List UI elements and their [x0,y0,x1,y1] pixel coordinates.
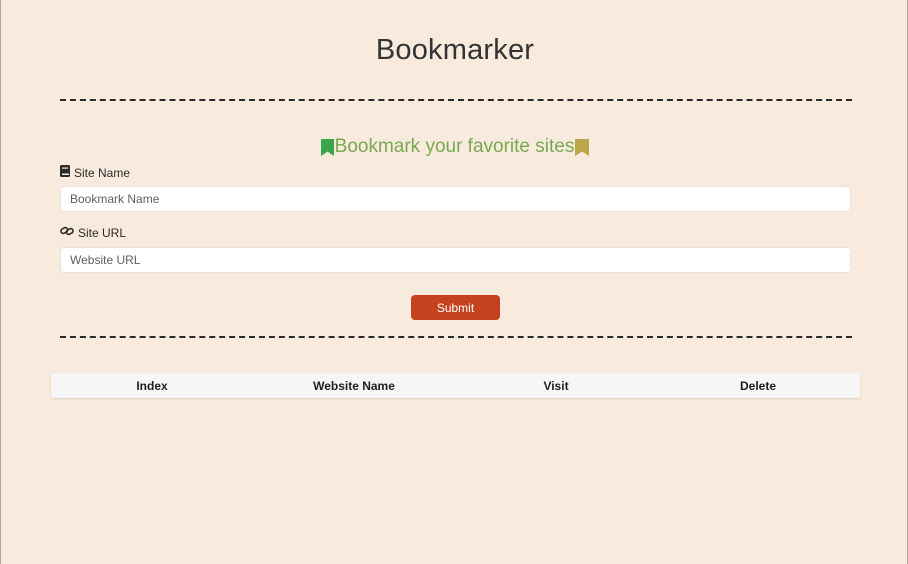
bottom-divider [60,336,852,338]
site-name-label: Site Name [60,165,130,180]
subtitle-text: Bookmark your favorite sites [334,136,575,157]
site-url-input[interactable] [60,247,851,273]
bookmarks-table-header: Index Website Name Visit Delete [51,373,860,398]
top-divider [60,99,852,101]
column-header-website-name: Website Name [313,378,395,393]
form-subtitle: Bookmark your favorite sites [1,135,908,159]
site-name-label-text: Site Name [74,165,131,180]
site-url-label: Site URL [60,225,126,240]
column-header-delete: Delete [739,378,777,393]
column-header-visit: Visit [543,378,569,393]
page-title: Bookmarker [375,34,535,66]
bookmark-icon [575,138,590,156]
bookmark-icon [320,138,334,156]
site-name-input[interactable] [60,186,851,212]
submit-button[interactable]: Submit [411,295,500,320]
book-icon [60,165,70,180]
column-header-index: Index [136,378,168,393]
link-icon [60,225,74,240]
site-url-label-text: Site URL [78,225,127,240]
